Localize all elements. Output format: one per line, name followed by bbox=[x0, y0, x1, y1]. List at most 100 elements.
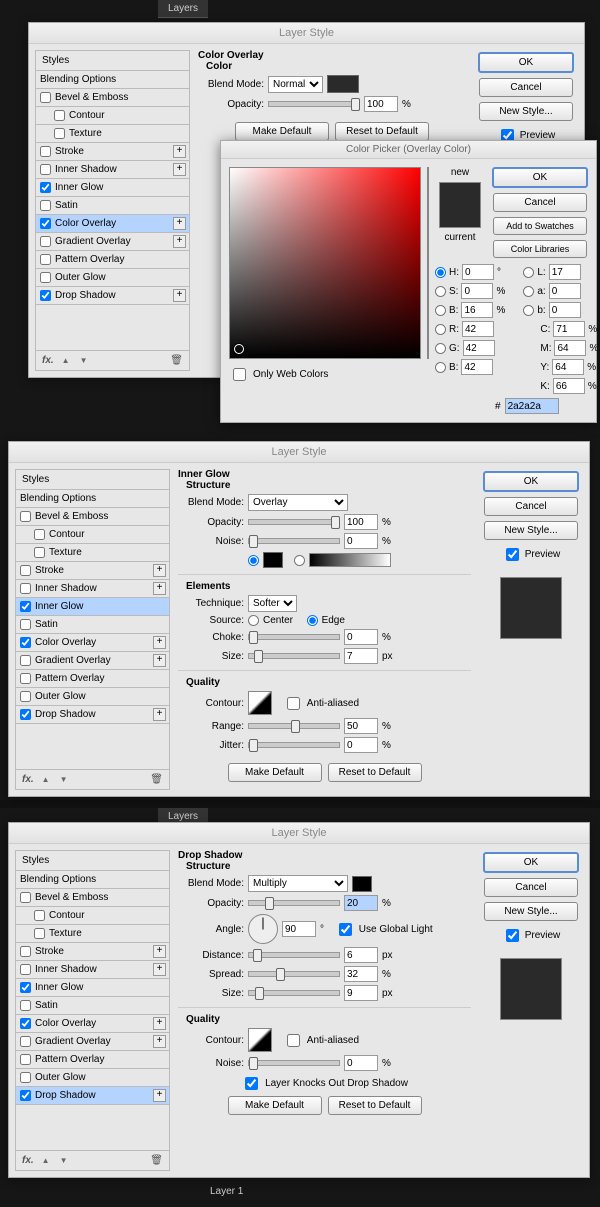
size-slider[interactable] bbox=[248, 990, 340, 996]
style-checkbox[interactable] bbox=[40, 254, 51, 265]
b-radio[interactable] bbox=[435, 305, 446, 316]
source-edge-radio[interactable] bbox=[307, 615, 318, 626]
add-effect-icon[interactable]: + bbox=[173, 289, 186, 302]
bb-input[interactable] bbox=[461, 359, 493, 375]
add-effect-icon[interactable]: + bbox=[153, 636, 166, 649]
style-checkbox[interactable] bbox=[20, 1018, 31, 1029]
new-current-swatch[interactable] bbox=[439, 182, 481, 228]
style-checkbox[interactable] bbox=[40, 200, 51, 211]
fx-icon[interactable]: fx. bbox=[42, 355, 54, 366]
style-item-texture[interactable]: Texture bbox=[15, 925, 170, 943]
style-checkbox[interactable] bbox=[20, 583, 31, 594]
style-item-inner-shadow[interactable]: Inner Shadow+ bbox=[35, 161, 190, 179]
add-effect-icon[interactable]: + bbox=[153, 564, 166, 577]
up-arrow-icon[interactable]: ▲ bbox=[42, 1156, 50, 1165]
reset-default-button[interactable]: Reset to Default bbox=[328, 1096, 422, 1115]
style-checkbox[interactable] bbox=[20, 1090, 31, 1101]
opacity-input[interactable] bbox=[364, 96, 398, 112]
add-effect-icon[interactable]: + bbox=[173, 235, 186, 248]
noise-slider[interactable] bbox=[248, 538, 340, 544]
web-colors-checkbox[interactable] bbox=[233, 368, 246, 381]
style-item-contour[interactable]: Contour bbox=[35, 107, 190, 125]
style-item-outer-glow[interactable]: Outer Glow bbox=[15, 1069, 170, 1087]
angle-input[interactable] bbox=[282, 921, 316, 937]
preview-checkbox[interactable] bbox=[506, 548, 519, 561]
style-item-satin[interactable]: Satin bbox=[15, 997, 170, 1015]
gradient-radio[interactable] bbox=[294, 555, 305, 566]
style-checkbox[interactable] bbox=[20, 511, 31, 522]
style-checkbox[interactable] bbox=[20, 691, 31, 702]
range-input[interactable] bbox=[344, 718, 378, 734]
add-effect-icon[interactable]: + bbox=[173, 217, 186, 230]
style-checkbox[interactable] bbox=[20, 655, 31, 666]
style-item-texture[interactable]: Texture bbox=[15, 544, 170, 562]
style-item-satin[interactable]: Satin bbox=[15, 616, 170, 634]
style-item-gradient-overlay[interactable]: Gradient Overlay+ bbox=[15, 652, 170, 670]
style-checkbox[interactable] bbox=[40, 218, 51, 229]
a-input[interactable] bbox=[549, 283, 581, 299]
style-item-drop-shadow[interactable]: Drop Shadow+ bbox=[15, 1087, 170, 1105]
style-checkbox[interactable] bbox=[20, 709, 31, 720]
color-swatch[interactable] bbox=[327, 75, 359, 93]
style-checkbox[interactable] bbox=[20, 619, 31, 630]
saturation-value-field[interactable] bbox=[229, 167, 421, 359]
down-arrow-icon[interactable]: ▼ bbox=[60, 1156, 68, 1165]
style-item-color-overlay[interactable]: Color Overlay+ bbox=[35, 215, 190, 233]
trash-icon[interactable]: 🗑 bbox=[150, 774, 163, 785]
noise-input[interactable] bbox=[344, 1055, 378, 1071]
style-checkbox[interactable] bbox=[40, 164, 51, 175]
l-radio[interactable] bbox=[523, 267, 534, 278]
style-checkbox[interactable] bbox=[34, 910, 45, 921]
style-item-gradient-overlay[interactable]: Gradient Overlay+ bbox=[15, 1033, 170, 1051]
hue-slider[interactable] bbox=[427, 167, 429, 359]
opacity-slider[interactable] bbox=[268, 101, 360, 107]
bl-radio[interactable] bbox=[523, 305, 534, 316]
up-arrow-icon[interactable]: ▲ bbox=[42, 775, 50, 784]
ok-button[interactable]: OK bbox=[478, 52, 574, 73]
down-arrow-icon[interactable]: ▼ bbox=[60, 775, 68, 784]
reset-default-button[interactable]: Reset to Default bbox=[328, 763, 422, 782]
angle-dial[interactable] bbox=[248, 914, 278, 944]
style-checkbox[interactable] bbox=[40, 272, 51, 283]
size-input[interactable] bbox=[344, 985, 378, 1001]
bb-radio[interactable] bbox=[435, 362, 446, 373]
style-checkbox[interactable] bbox=[20, 1000, 31, 1011]
k-input[interactable] bbox=[553, 378, 585, 394]
style-item-bevel-emboss[interactable]: Bevel & Emboss bbox=[15, 508, 170, 526]
up-arrow-icon[interactable]: ▲ bbox=[62, 356, 70, 365]
trash-icon[interactable]: 🗑 bbox=[150, 1155, 163, 1166]
style-checkbox[interactable] bbox=[20, 1054, 31, 1065]
style-item-gradient-overlay[interactable]: Gradient Overlay+ bbox=[35, 233, 190, 251]
jitter-slider[interactable] bbox=[248, 742, 340, 748]
style-item-stroke[interactable]: Stroke+ bbox=[35, 143, 190, 161]
opacity-input[interactable] bbox=[344, 895, 378, 911]
styles-header[interactable]: Styles bbox=[35, 50, 190, 71]
style-checkbox[interactable] bbox=[54, 128, 65, 139]
style-item-stroke[interactable]: Stroke+ bbox=[15, 943, 170, 961]
cancel-button[interactable]: Cancel bbox=[479, 78, 573, 97]
choke-slider[interactable] bbox=[248, 634, 340, 640]
distance-input[interactable] bbox=[344, 947, 378, 963]
style-item-color-overlay[interactable]: Color Overlay+ bbox=[15, 1015, 170, 1033]
style-item-inner-glow[interactable]: Inner Glow bbox=[35, 179, 190, 197]
color-radio[interactable] bbox=[248, 555, 259, 566]
make-default-button[interactable]: Make Default bbox=[228, 1096, 322, 1115]
aa-checkbox[interactable] bbox=[287, 697, 300, 710]
r-input[interactable] bbox=[462, 321, 494, 337]
l-input[interactable] bbox=[549, 264, 581, 280]
contour-swatch[interactable] bbox=[248, 691, 272, 715]
source-center-radio[interactable] bbox=[248, 615, 259, 626]
add-effect-icon[interactable]: + bbox=[153, 963, 166, 976]
style-item-outer-glow[interactable]: Outer Glow bbox=[15, 688, 170, 706]
noise-slider[interactable] bbox=[248, 1060, 340, 1066]
reset-default-button[interactable]: Reset to Default bbox=[335, 122, 429, 141]
style-item-bevel-emboss[interactable]: Bevel & Emboss bbox=[35, 89, 190, 107]
shadow-color-swatch[interactable] bbox=[352, 876, 372, 892]
style-item-outer-glow[interactable]: Outer Glow bbox=[35, 269, 190, 287]
m-input[interactable] bbox=[554, 340, 586, 356]
bl-input[interactable] bbox=[549, 302, 581, 318]
add-effect-icon[interactable]: + bbox=[153, 1035, 166, 1048]
add-effect-icon[interactable]: + bbox=[153, 708, 166, 721]
picker-cancel-button[interactable]: Cancel bbox=[493, 193, 587, 212]
style-checkbox[interactable] bbox=[20, 673, 31, 684]
